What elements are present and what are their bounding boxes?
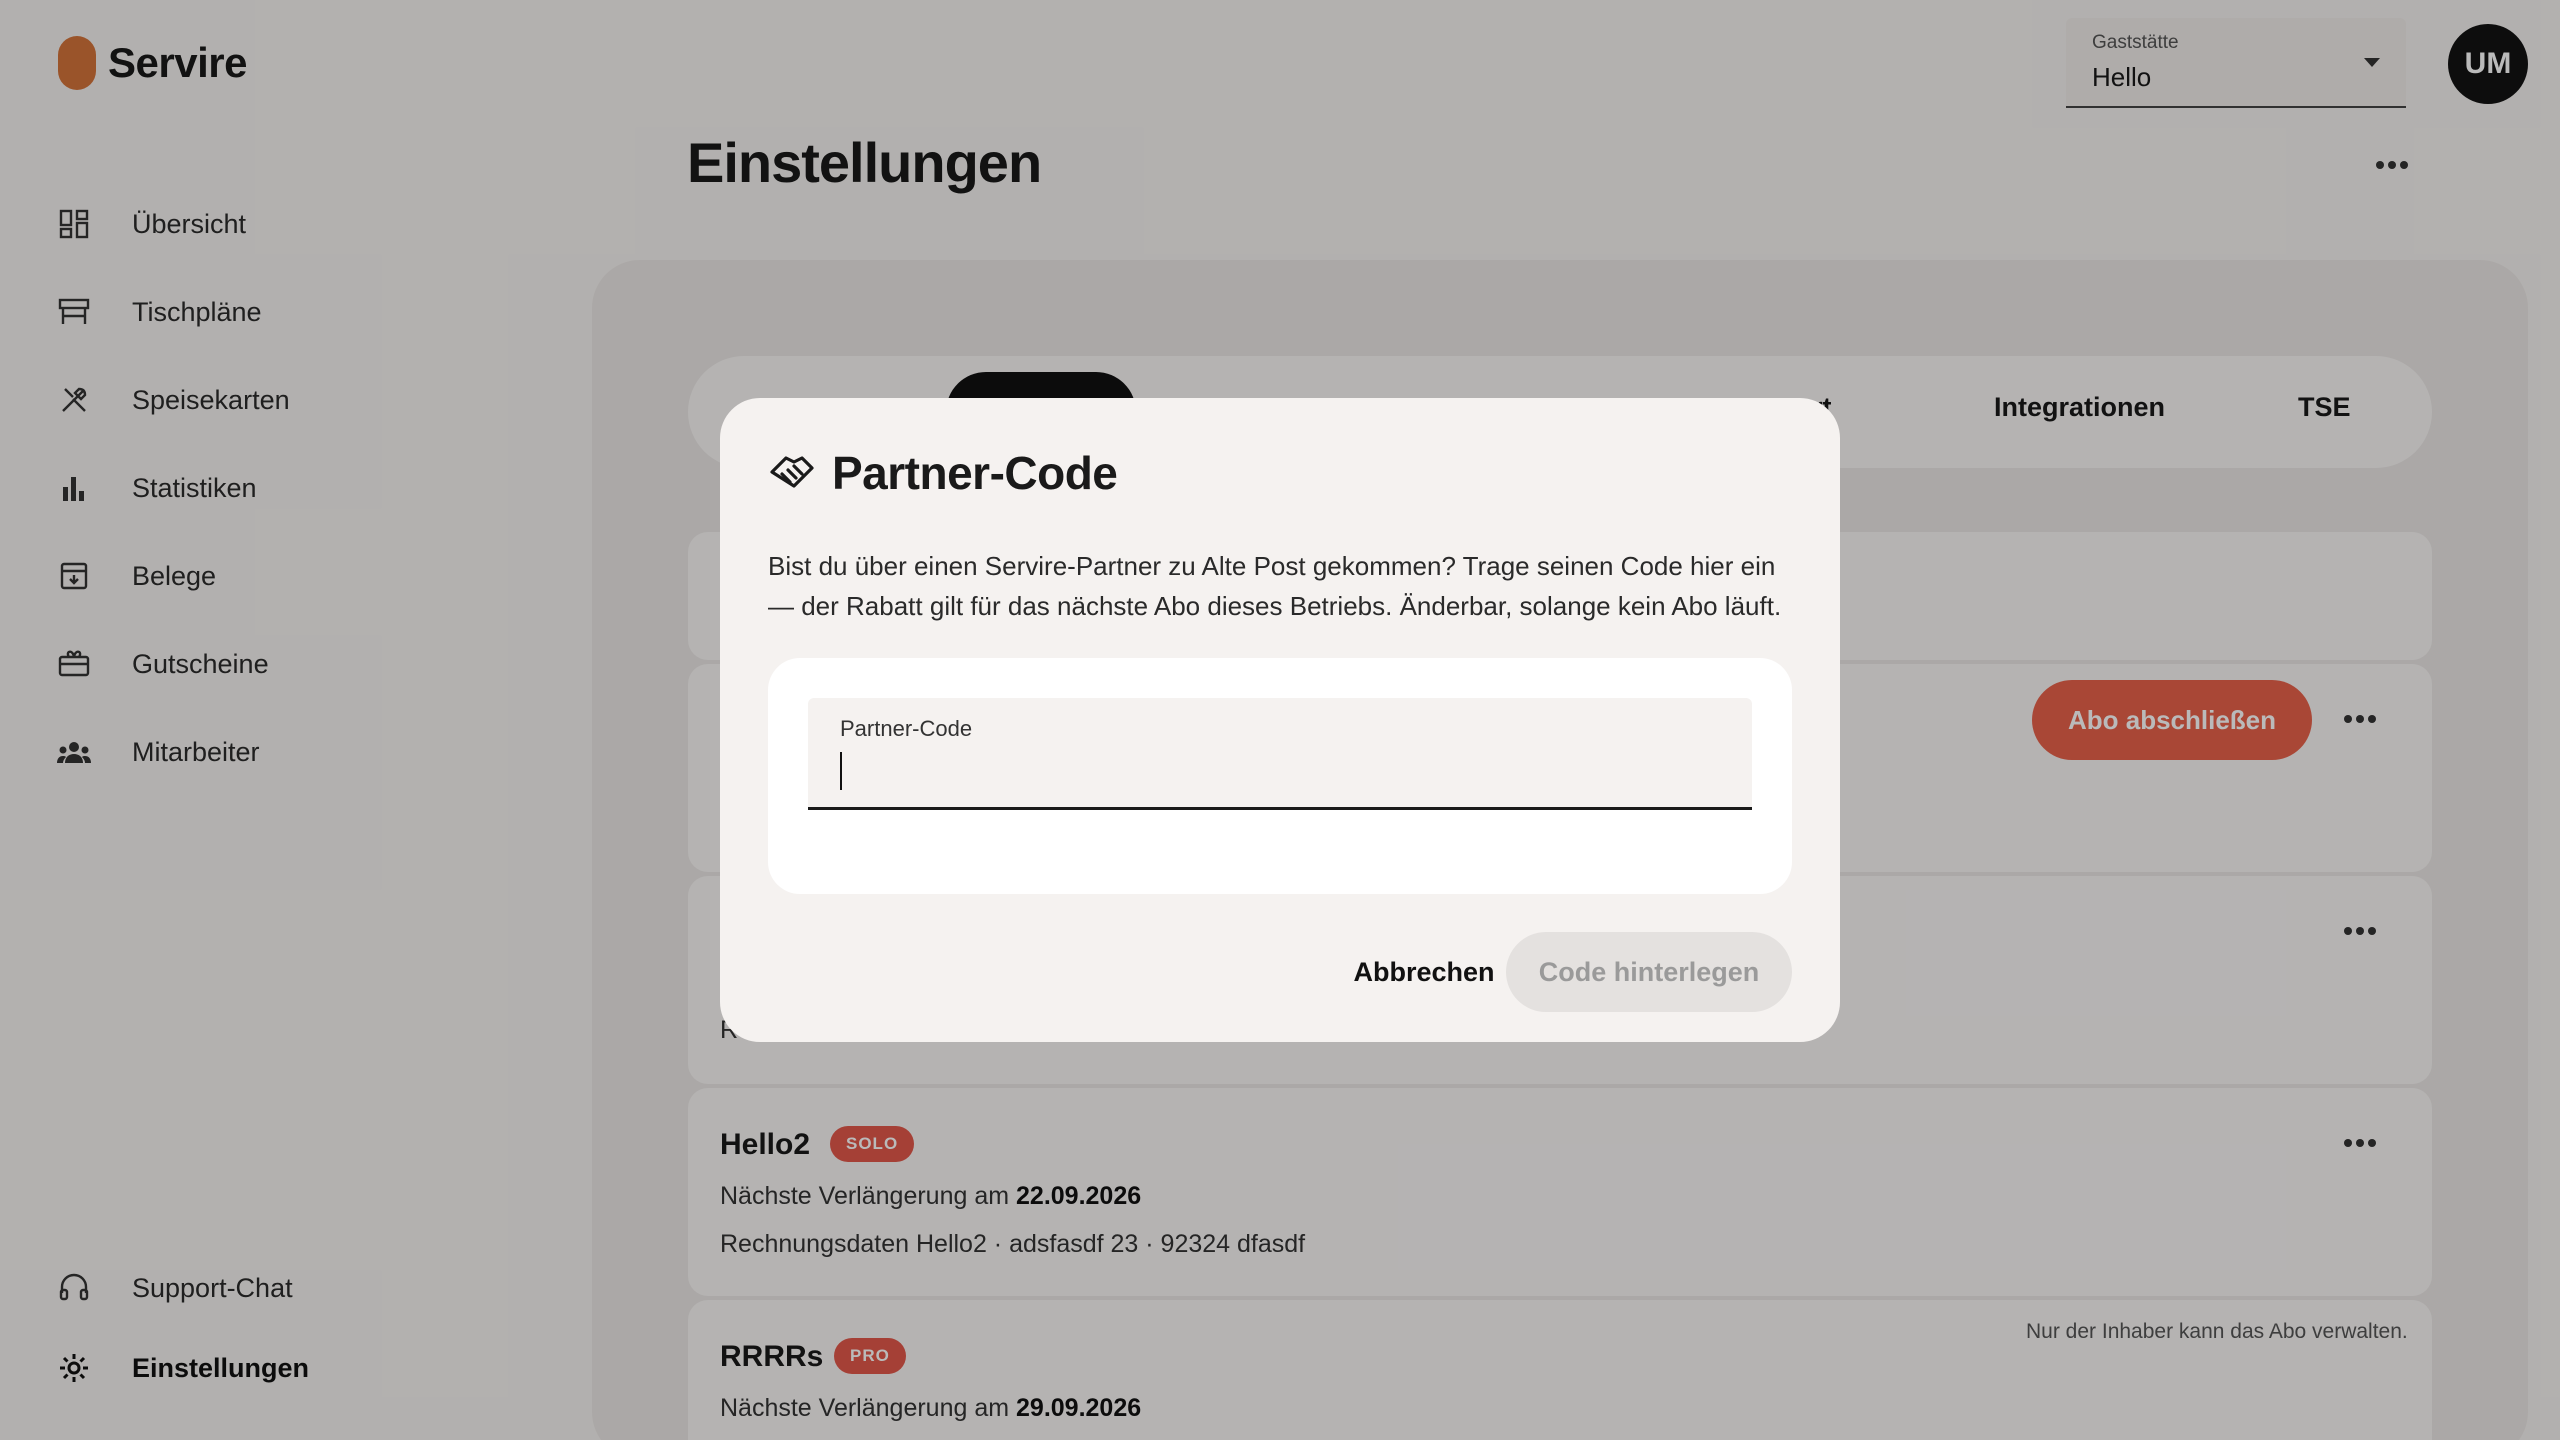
handshake-icon [768, 450, 816, 498]
field-container: Partner-Code [768, 658, 1792, 894]
partner-code-input[interactable] [840, 750, 1720, 794]
dialog-description: Bist du über einen Servire-Partner zu Al… [768, 551, 1782, 621]
partner-code-field[interactable]: Partner-Code [808, 698, 1752, 810]
partner-code-dialog: Partner-Code Bist du über einen Servire-… [720, 398, 1840, 1042]
text-caret [840, 752, 842, 790]
dialog-title: Partner-Code [832, 447, 1118, 499]
partner-code-label: Partner-Code [840, 716, 973, 741]
cancel-button[interactable]: Abbrechen [1324, 932, 1524, 1012]
save-code-button[interactable]: Code hinterlegen [1506, 932, 1792, 1012]
